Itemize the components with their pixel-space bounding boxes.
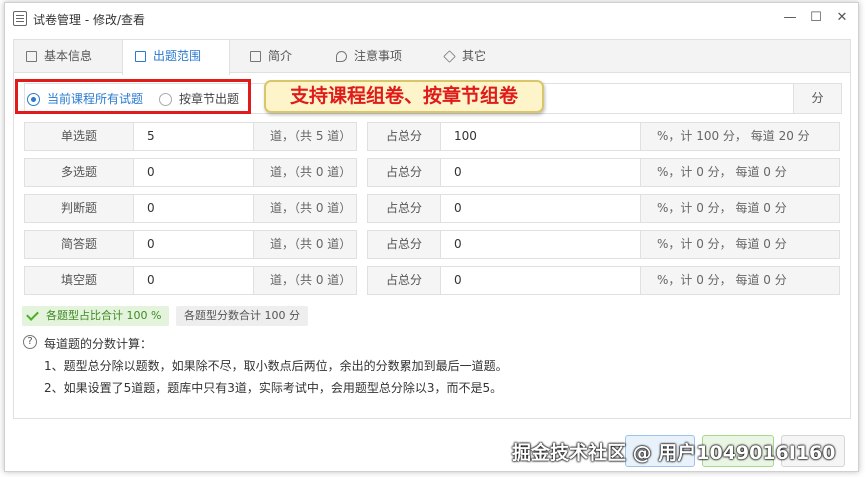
type-label: 简答题 [24,230,134,259]
count-note: 道，（共 5 道） [253,122,357,151]
tab-question-scope[interactable]: 出题范围 [122,40,230,75]
type-label: 多选题 [24,158,134,187]
percent-input[interactable]: 0 [440,230,641,259]
question-type-row: 单选题 5 道，（共 5 道） 占总分 100 %，计 100 分， 每道 20… [24,122,842,151]
percent-label: 占总分 [367,158,441,187]
percent-label: 占总分 [367,266,441,295]
score-note: %，计 0 分， 每道 0 分 [640,266,840,295]
close-icon[interactable]: ✕ [832,8,852,28]
question-type-row: 填空题 0 道，（共 0 道） 占总分 0 %，计 0 分， 每道 0 分 [24,266,842,295]
percent-label: 占总分 [367,122,441,151]
count-input[interactable]: 0 [133,194,254,223]
form-icon [26,51,37,62]
count-note: 道，（共 0 道） [253,158,357,187]
type-label: 判断题 [24,194,134,223]
count-input[interactable]: 5 [133,122,254,151]
badge-text: 各题型占比合计 100 % [46,309,162,322]
question-mark-icon: ? [23,335,37,349]
layers-icon [443,50,456,63]
count-input[interactable]: 0 [133,266,254,295]
type-label: 填空题 [24,266,134,295]
tab-notes[interactable]: 注意事项 [324,40,429,73]
count-note: 道，（共 0 道） [253,266,357,295]
tab-label: 简介 [268,49,293,63]
help-line: 1、题型总分除以题数，如果除不尽，取小数点后两位，余出的分数累加到最后一道题。 [44,359,508,373]
count-input[interactable]: 0 [133,158,254,187]
highlight-box [15,79,251,114]
tab-label: 出题范围 [153,49,202,63]
watermark-text: 掘金技术社区 @ 用户1049016I160 [512,442,836,464]
tab-other[interactable]: 其它 [432,40,512,73]
percent-total-badge: 各题型占比合计 100 % [22,306,170,326]
minimize-icon[interactable]: — [780,8,800,28]
percent-input[interactable]: 0 [440,158,641,187]
check-icon [26,308,39,321]
card-icon [250,51,261,62]
count-note: 道，（共 0 道） [253,194,357,223]
question-type-row: 判断题 0 道，（共 0 道） 占总分 0 %，计 0 分， 每道 0 分 [24,194,842,223]
tab-label: 基本信息 [44,49,93,63]
tab-basic-info[interactable]: 基本信息 [14,40,122,73]
tab-bar: 基本信息 出题范围 简介 注意事项 其它 [13,39,851,75]
percent-input[interactable]: 100 [440,122,641,151]
question-type-row: 简答题 0 道，（共 0 道） 占总分 0 %，计 0 分， 每道 0 分 [24,230,842,259]
percent-input[interactable]: 0 [440,194,641,223]
score-note: %，计 100 分， 每道 20 分 [640,122,840,151]
document-icon [13,11,27,26]
title-bar: 试卷管理 - 修改/查看 — ☐ ✕ [5,3,858,33]
annotation-callout: 支持课程组卷、按章节组卷 [264,80,544,113]
window-title: 试卷管理 - 修改/查看 [33,13,146,27]
tab-label: 其它 [462,49,487,63]
score-total-badge: 各题型分数合计 100 分 [176,306,308,326]
count-note: 道，（共 0 道） [253,230,357,259]
help-title: 每道题的分数计算： [44,337,153,351]
maximize-icon[interactable]: ☐ [806,8,826,28]
percent-input[interactable]: 0 [440,266,641,295]
question-type-row: 多选题 0 道，（共 0 道） 占总分 0 %，计 0 分， 每道 0 分 [24,158,842,187]
score-note: %，计 0 分， 每道 0 分 [640,230,840,259]
tab-intro[interactable]: 简介 [238,40,322,73]
score-note: %，计 0 分， 每道 0 分 [640,194,840,223]
count-input[interactable]: 0 [133,230,254,259]
tab-label: 注意事项 [354,49,403,63]
help-line: 2、如果设置了5道题，题库中只有3道，实际考试中，会用题型总分除以3，而不是5。 [44,381,503,395]
tag-icon [336,51,347,62]
score-note: %，计 0 分， 每道 0 分 [640,158,840,187]
percent-label: 占总分 [367,194,441,223]
dialog-window: 试卷管理 - 修改/查看 — ☐ ✕ 基本信息 出题范围 简介 注意事项 其它 [4,2,859,472]
percent-label: 占总分 [367,230,441,259]
type-label: 单选题 [24,122,134,151]
unit-label: 分 [793,84,841,113]
list-icon [135,51,146,62]
